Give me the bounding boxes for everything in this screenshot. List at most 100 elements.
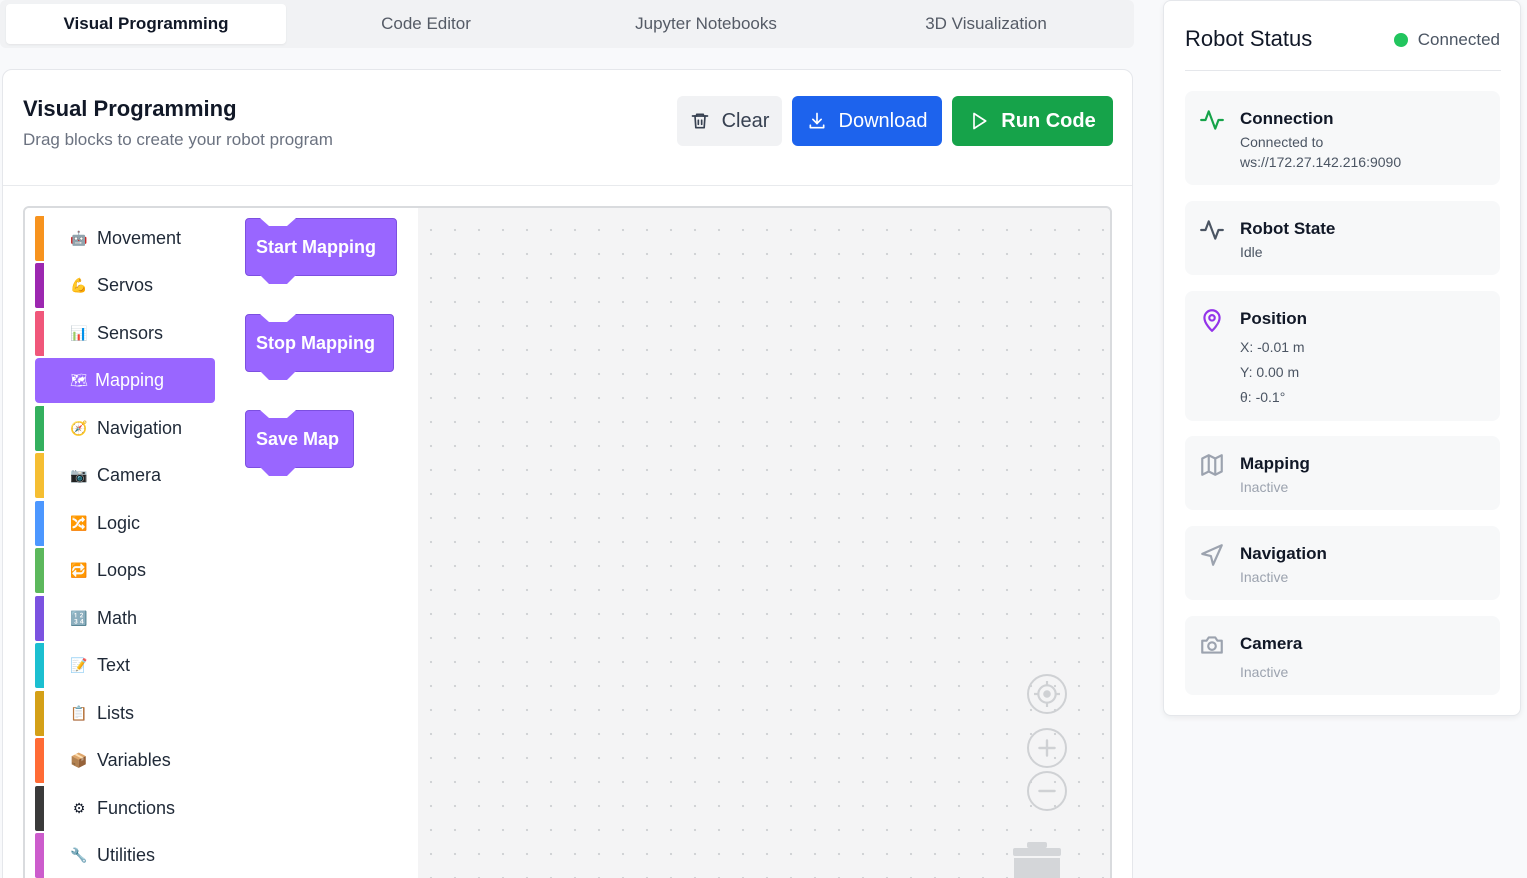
minus-icon [1038, 789, 1056, 793]
repeat-icon: 🔁 [70, 562, 88, 578]
download-icon [809, 112, 825, 129]
category-utilities[interactable]: 🔧 Utilities [35, 833, 215, 878]
category-label: Loops [97, 560, 147, 580]
category-mapping[interactable]: 🗺 Mapping [35, 358, 215, 403]
category-navigation[interactable]: 🧭 Navigation [35, 406, 215, 451]
category-label: Movement [97, 228, 182, 248]
category-functions[interactable]: ⚙ Functions [35, 786, 215, 831]
arm-icon: 💪 [70, 277, 88, 293]
clear-button[interactable]: Clear [677, 96, 782, 146]
block-tab [260, 275, 296, 284]
divider [1185, 70, 1501, 71]
navigation-card: Navigation Inactive [1185, 526, 1500, 600]
connection-badge-label: Connected [1417, 30, 1500, 49]
category-label: Math [97, 608, 138, 628]
category-label: Mapping [95, 370, 165, 390]
category-camera[interactable]: 📷 Camera [35, 453, 215, 498]
blockly-workspace[interactable]: 🤖 Movement 💪 Servos 📊 Sensors 🗺 Mapping … [23, 206, 1112, 878]
category-servos[interactable]: 💪 Servos [35, 263, 215, 308]
page-title: Visual Programming [23, 96, 237, 121]
card-title: Robot State [1240, 219, 1336, 238]
mapping-value: Inactive [1240, 479, 1289, 495]
activity-icon [1200, 220, 1224, 240]
tab-3d-visualization[interactable]: 3D Visualization [846, 4, 1126, 44]
camera-card: Camera Inactive [1185, 616, 1500, 695]
connection-address: ws://172.27.142.216:9090 [1240, 154, 1402, 170]
connection-card: Connection Connected to ws://172.27.142.… [1185, 91, 1500, 185]
block-label: Start Mapping [256, 236, 376, 257]
category-label: Servos [97, 275, 154, 295]
category-movement[interactable]: 🤖 Movement [35, 216, 215, 261]
category-sensors[interactable]: 📊 Sensors [35, 311, 215, 356]
run-code-button[interactable]: Run Code [952, 96, 1113, 146]
category-color-stripe [35, 691, 44, 736]
position-x: X: -0.01 m [1240, 339, 1305, 355]
tab-visual-programming[interactable]: Visual Programming [6, 4, 286, 44]
block-label: Stop Mapping [256, 332, 375, 353]
visual-programming-panel: Visual Programming Drag blocks to create… [2, 69, 1133, 878]
block-label: Save Map [256, 428, 340, 449]
robot-icon: 🤖 [70, 230, 88, 246]
map-icon: 🗺 [70, 372, 88, 388]
category-color-stripe [35, 311, 44, 356]
position-card: Position X: -0.01 m Y: 0.00 m θ: -0.1° [1185, 291, 1500, 421]
category-color-stripe [35, 643, 44, 688]
category-variables[interactable]: 📦 Variables [35, 738, 215, 783]
gear-icon: ⚙ [72, 800, 86, 816]
trash-can-icon[interactable] [1011, 842, 1063, 878]
memo-icon: 📝 [70, 657, 88, 673]
position-theta: θ: -0.1° [1240, 389, 1286, 405]
target-icon [1034, 681, 1060, 707]
category-color-stripe [35, 833, 44, 878]
tab-jupyter-notebooks[interactable]: Jupyter Notebooks [566, 4, 846, 44]
panel-header: Visual Programming Drag blocks to create… [3, 70, 1132, 186]
package-icon: 📦 [70, 752, 88, 768]
block-notch [260, 410, 296, 418]
block-notch [260, 218, 296, 226]
category-label: Functions [97, 798, 176, 818]
card-title: Camera [1240, 634, 1303, 653]
connection-value: Connected to [1240, 134, 1324, 150]
category-label: Lists [97, 703, 135, 723]
category-label: Sensors [97, 323, 164, 343]
zoom-out-button[interactable] [1027, 771, 1067, 811]
block-tab [260, 467, 296, 476]
toolbox: 🤖 Movement 💪 Servos 📊 Sensors 🗺 Mapping … [25, 208, 418, 878]
block-notch [260, 314, 296, 322]
category-color-stripe [35, 786, 44, 831]
category-text[interactable]: 📝 Text [35, 643, 215, 688]
clear-label: Clear [721, 109, 770, 132]
category-loops[interactable]: 🔁 Loops [35, 548, 215, 593]
category-lists[interactable]: 📋 Lists [35, 691, 215, 736]
category-color-stripe [35, 453, 44, 498]
main-tabs: Visual Programming Code Editor Jupyter N… [0, 0, 1134, 48]
robot-state-value: Idle [1240, 244, 1263, 260]
trash-icon [691, 113, 708, 129]
recenter-button[interactable] [1027, 674, 1067, 714]
tab-code-editor[interactable]: Code Editor [286, 4, 566, 44]
navigation-value: Inactive [1240, 569, 1289, 585]
position-y: Y: 0.00 m [1240, 364, 1300, 380]
camera-icon: 📷 [70, 467, 88, 483]
download-button[interactable]: Download [792, 96, 942, 146]
category-color-stripe [35, 406, 44, 451]
robot-status-panel: Robot Status Connected Connection Connec… [1163, 0, 1521, 716]
category-logic[interactable]: 🔀 Logic [35, 501, 215, 546]
category-math[interactable]: 🔢 Math [35, 596, 215, 641]
category-label: Camera [97, 465, 162, 485]
camera-value: Inactive [1240, 664, 1289, 680]
map-icon [1201, 454, 1223, 476]
category-color-stripe [35, 501, 44, 546]
block-start-mapping[interactable]: Start Mapping [245, 218, 397, 284]
block-save-map[interactable]: Save Map [245, 410, 354, 476]
run-code-label: Run Code [1001, 109, 1096, 132]
category-label: Navigation [97, 418, 183, 438]
compass-icon: 🧭 [70, 420, 88, 436]
zoom-in-button[interactable] [1027, 728, 1067, 768]
block-stop-mapping[interactable]: Stop Mapping [245, 314, 394, 380]
card-title: Mapping [1240, 454, 1310, 473]
shuffle-icon: 🔀 [70, 515, 88, 531]
play-icon [973, 112, 987, 130]
chart-icon: 📊 [70, 325, 88, 341]
download-label: Download [838, 109, 928, 132]
